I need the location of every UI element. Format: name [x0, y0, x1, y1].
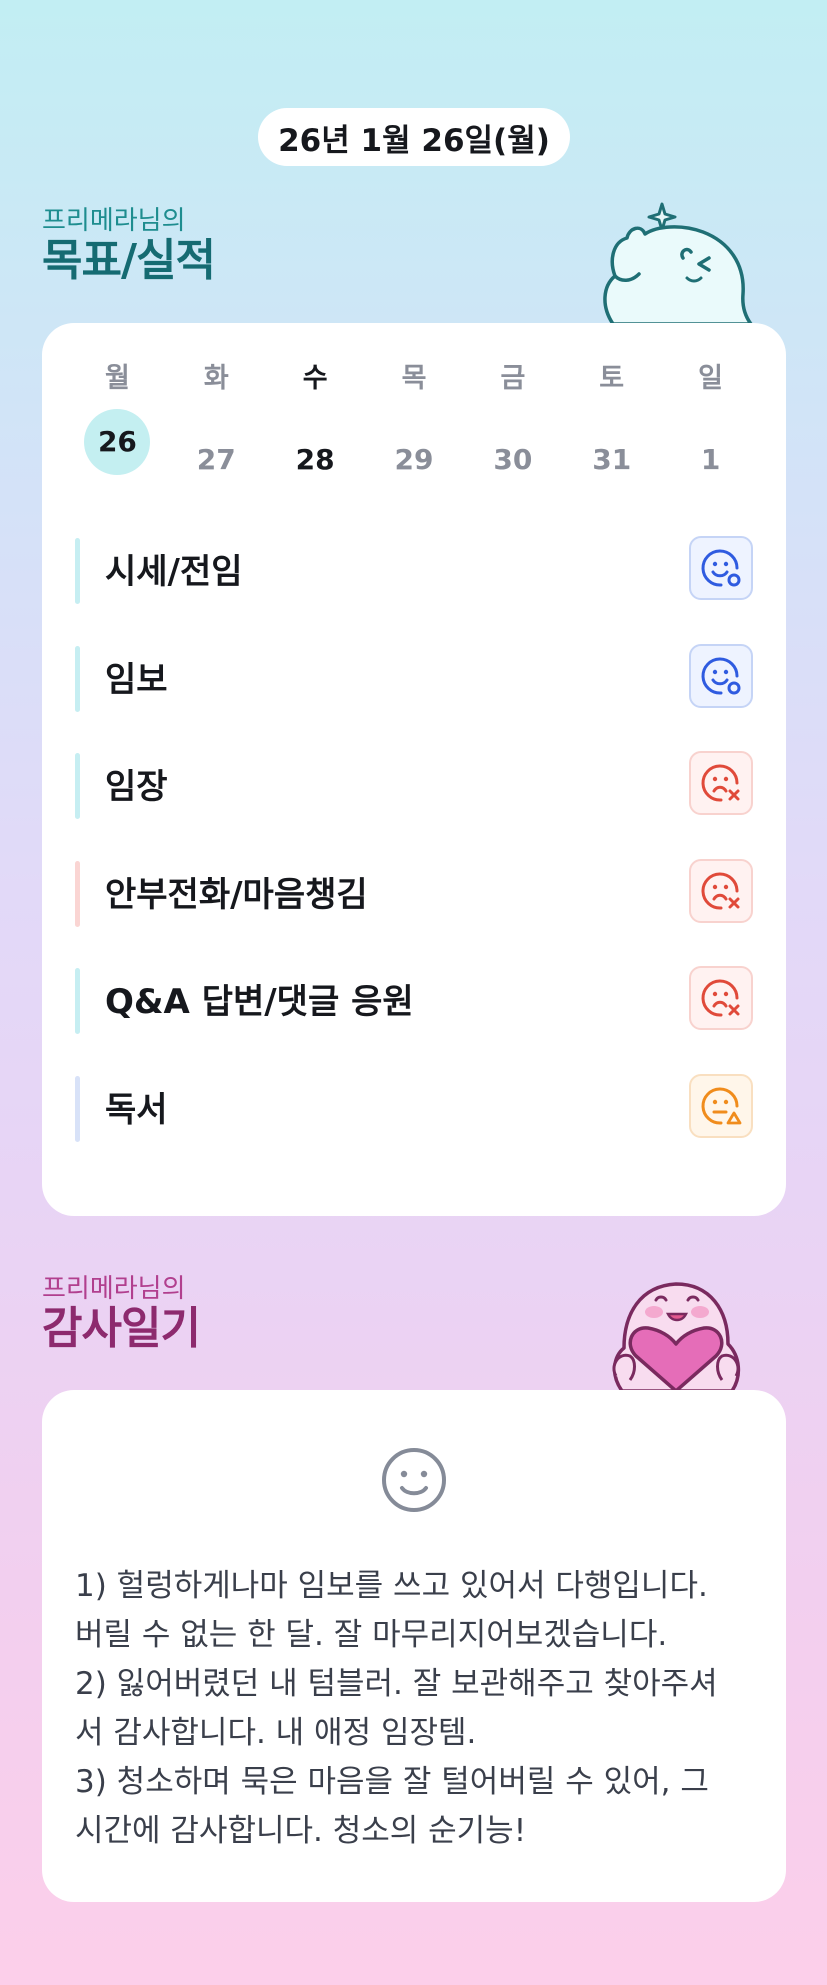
date-number: 30: [493, 443, 533, 476]
date-number: 27: [196, 443, 236, 476]
goal-status-badge[interactable]: [689, 536, 753, 600]
date-number: 1: [700, 443, 721, 476]
goals-section-subtitle: 프리메라님의: [42, 206, 186, 236]
goals-section-header: 프리메라님의 목표/실적: [42, 206, 216, 286]
neutral-face-warning-icon: [701, 1087, 742, 1125]
weekday-label: 금: [500, 363, 526, 394]
goal-status-badge[interactable]: [689, 643, 753, 708]
sad-face-x-icon: [701, 872, 740, 910]
date-label: 26년 1월 26일(월): [278, 122, 550, 159]
goal-list: 시세/전임임보임장안부전화/마음챙김 Q&A 답변/댓글 응원독서: [75, 536, 753, 1184]
date-number: 29: [394, 443, 434, 476]
weekday-label: 화: [203, 363, 229, 394]
gratitude-section-header: 프리메라님의 감사일기: [42, 1274, 201, 1354]
goal-row[interactable]: 임보: [75, 643, 753, 754]
goal-color-bar: [75, 645, 80, 712]
goal-color-bar: [75, 1075, 80, 1142]
sad-face-x-icon: [701, 979, 740, 1017]
goal-status-badge[interactable]: [689, 966, 753, 1030]
weekday-label: 수: [302, 363, 328, 394]
smile-face-icon: [701, 549, 741, 587]
gratitude-section-title: 감사일기: [42, 1303, 201, 1354]
gratitude-card: 1) 헐렁하게나마 임보를 쓰고 있어서 다행입니다. 버릴 수 없는 한 달.…: [42, 1390, 786, 1902]
sad-face-x-icon: [701, 764, 740, 802]
goal-color-bar: [75, 860, 80, 927]
weekday-label: 목: [401, 363, 427, 394]
calendar-day[interactable]: 목 29: [365, 359, 464, 479]
weekday-label: 월: [105, 363, 130, 394]
goal-color-bar: [75, 753, 80, 819]
teal-mascot-thumbs-up-icon: [603, 202, 753, 324]
goal-color-bar: [75, 968, 80, 1034]
calendar-day[interactable]: 일1: [661, 359, 760, 479]
date-number: 28: [295, 443, 335, 476]
goal-status-badge[interactable]: [689, 858, 753, 923]
selected-date-number: 26: [84, 409, 151, 475]
goal-row[interactable]: Q&A 답변/댓글 응원: [75, 966, 753, 1076]
goal-row[interactable]: 독서: [75, 1073, 753, 1184]
goal-status-badge[interactable]: [689, 751, 753, 815]
calendar-day[interactable]: 화 27: [167, 359, 266, 479]
goals-section-title: 목표/실적: [42, 235, 216, 286]
gratitude-text[interactable]: 1) 헐렁하게나마 임보를 쓰고 있어서 다행입니다. 버릴 수 없는 한 달.…: [75, 1562, 756, 1856]
week-calendar: 월 26 화 27 수 28 목 29 금 30 토 31 일 1: [68, 359, 760, 479]
goal-label: 임보: [105, 659, 168, 700]
goal-label: 시세/전임: [105, 552, 243, 592]
smile-face-icon: [382, 1448, 446, 1512]
goal-row[interactable]: 시세/전임: [75, 536, 753, 646]
calendar-day[interactable]: 수 28: [266, 359, 365, 479]
gratitude-section-subtitle: 프리메라님의: [42, 1274, 186, 1304]
goal-row[interactable]: 안부전화/마음챙김: [75, 858, 753, 969]
goal-label: Q&A 답변/댓글 응원: [105, 982, 414, 1022]
calendar-day[interactable]: 금 30: [463, 359, 562, 479]
goal-row[interactable]: 임장: [75, 751, 753, 861]
goal-label: 독서: [105, 1089, 168, 1130]
goal-label: 임장: [105, 767, 168, 807]
calendar-day[interactable]: 월 26: [68, 359, 167, 479]
goal-status-badge[interactable]: [689, 1073, 753, 1138]
weekday-label: 일: [698, 363, 723, 394]
weekday-label: 토: [599, 363, 625, 394]
date-number: 31: [592, 443, 632, 476]
smile-face-icon: [701, 657, 741, 695]
goal-color-bar: [75, 538, 80, 604]
calendar-day[interactable]: 토 31: [562, 359, 661, 479]
goals-card: 월 26 화 27 수 28 목 29 금 30 토 31 일 1 시세/전임 임보 임장 안부전화/마음챙김 Q…: [42, 323, 786, 1216]
pink-mascot-heart-icon: [612, 1282, 741, 1391]
date-pill[interactable]: 26년 1월 26일(월): [258, 108, 570, 166]
goal-label: 안부전화/마음챙김: [105, 874, 368, 915]
